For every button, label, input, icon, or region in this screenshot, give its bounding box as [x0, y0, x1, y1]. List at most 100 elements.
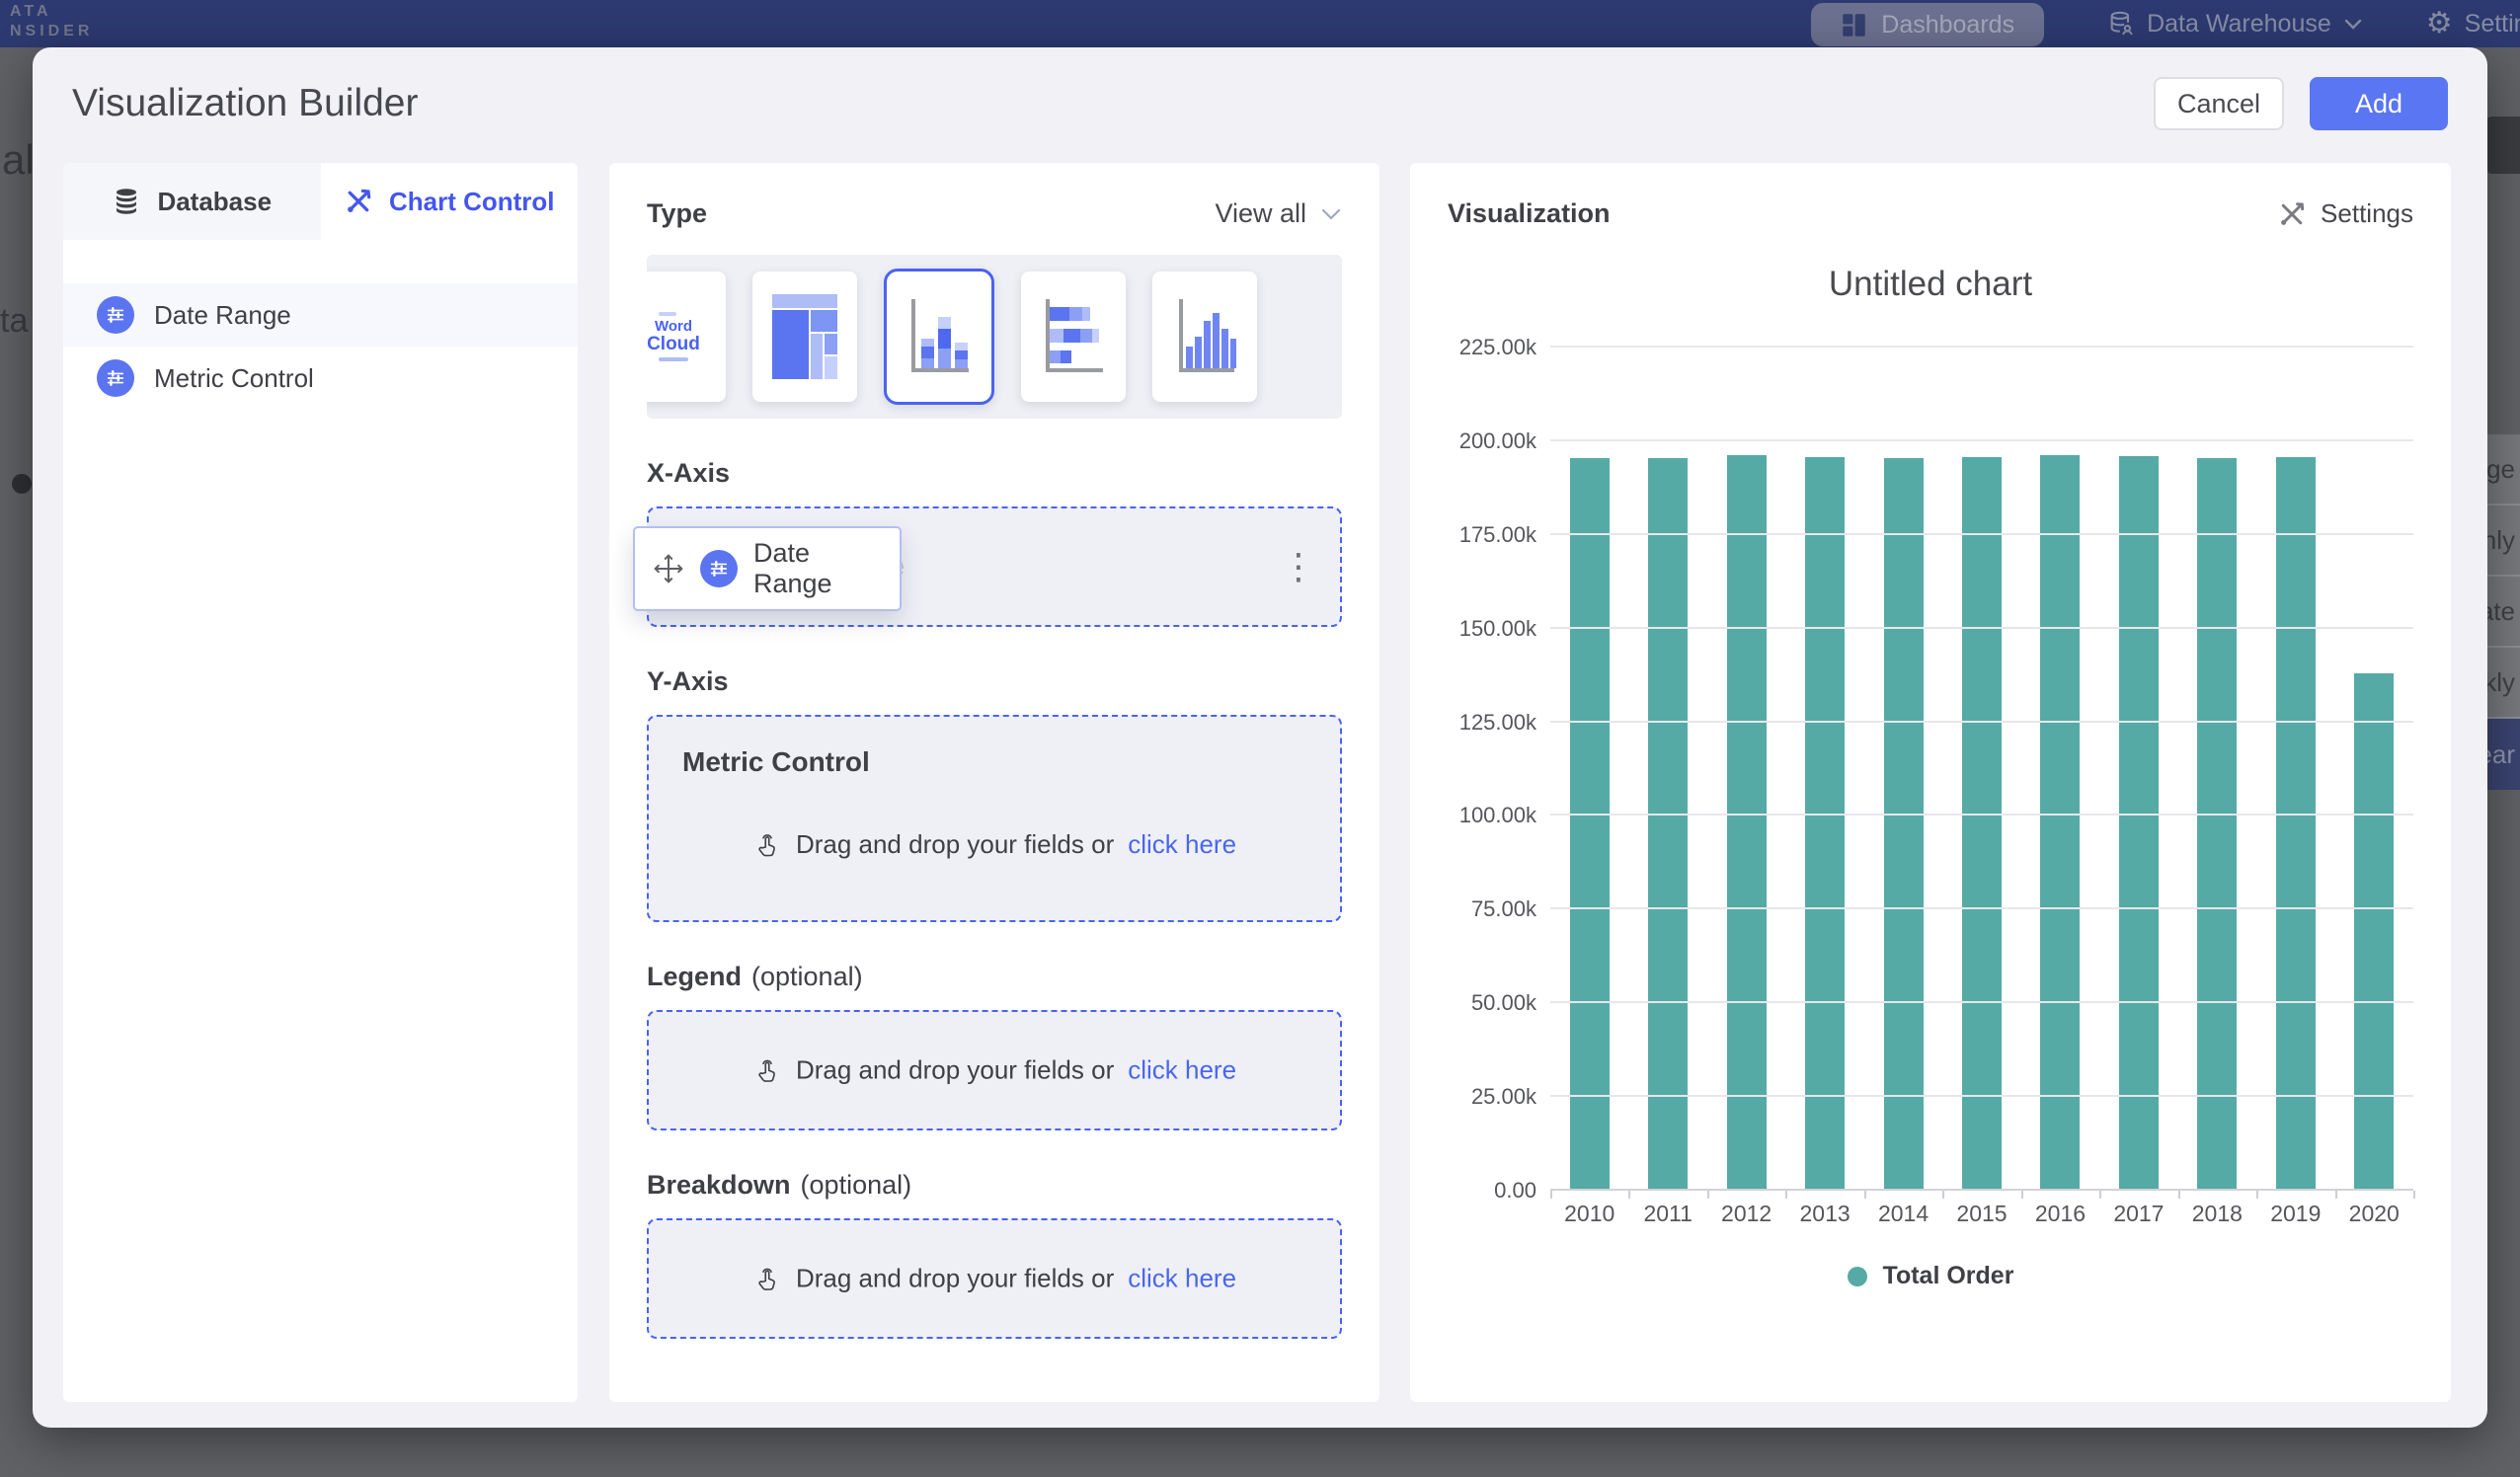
bar	[2276, 457, 2316, 1191]
x-axis-tick	[2178, 1191, 2180, 1199]
breakdown-heading: Breakdown(optional)	[647, 1170, 1342, 1201]
y-axis-tick-label: 175.00k	[1459, 522, 1536, 548]
cancel-button[interactable]: Cancel	[2154, 77, 2284, 130]
chart-settings-label: Settings	[2321, 198, 2413, 229]
x-axis-category-label: 2018	[2178, 1201, 2256, 1227]
bar-cell	[1864, 348, 1942, 1191]
stacked-bar-thumbnail	[1040, 295, 1107, 378]
bar	[1805, 457, 1845, 1191]
x-axis-category-label: 2014	[1864, 1201, 1942, 1227]
breakdown-dropzone[interactable]: Drag and drop your fields or click here	[647, 1218, 1342, 1339]
nav-dashboards-label: Dashboards	[1881, 11, 2014, 39]
chart-type-carousel: Word Cloud	[647, 255, 1342, 419]
visualization-builder-modal: Visualization Builder Cancel Add Databas…	[33, 47, 2487, 1428]
app-logo-line1: ATA	[10, 2, 93, 22]
bar	[1570, 458, 1610, 1191]
bar	[1727, 455, 1767, 1191]
chevron-down-icon	[1320, 207, 1342, 221]
x-axis-category-label: 2011	[1628, 1201, 1706, 1227]
chart-type-treemap[interactable]	[752, 272, 857, 402]
nav-data-warehouse-label: Data Warehouse	[2147, 10, 2331, 39]
nav-data-warehouse[interactable]: Data Warehouse	[2107, 10, 2363, 39]
nav-dashboards[interactable]: Dashboards	[1811, 3, 2044, 46]
field-metric-control[interactable]: Metric Control	[63, 347, 578, 410]
legend-dropzone[interactable]: Drag and drop your fields or click here	[647, 1010, 1342, 1130]
modal-actions: Cancel Add	[2154, 77, 2448, 130]
x-axis-category-label: 2015	[1942, 1201, 2020, 1227]
bar-cell	[2021, 348, 2099, 1191]
column-thumbnail	[1171, 295, 1238, 378]
x-axis-tick	[2021, 1191, 2023, 1199]
y-axis-tick-label: 125.00k	[1459, 710, 1536, 736]
word-cloud-thumbnail: Word Cloud	[647, 309, 700, 364]
gridline	[1550, 721, 2413, 723]
gridline	[1550, 814, 2413, 816]
date-range-drag-chip[interactable]: Date Range	[633, 526, 902, 611]
bar-cell	[2178, 348, 2256, 1191]
chart-legend-item[interactable]: Total Order	[1448, 1262, 2413, 1290]
legend-marker	[1848, 1267, 1867, 1286]
add-button[interactable]: Add	[2310, 77, 2448, 130]
click-here-link[interactable]: click here	[1128, 829, 1236, 860]
modal-header: Visualization Builder Cancel Add	[33, 47, 2487, 130]
sidebar-tabs: Database Chart Control	[63, 163, 578, 240]
gridline	[1550, 1095, 2413, 1097]
gridline	[1550, 627, 2413, 629]
gear-icon	[2426, 9, 2453, 39]
kebab-menu-icon[interactable]	[1281, 546, 1316, 587]
chart-type-word-cloud[interactable]: Word Cloud	[647, 272, 726, 402]
dashboards-icon	[1841, 12, 1867, 39]
chart-type-stacked-bar[interactable]	[1021, 272, 1126, 402]
legend-heading-label: Legend	[647, 962, 742, 991]
control-fields-list: Date Range Metric Control	[63, 283, 578, 410]
chart-x-labels: 2010201120122013201420152016201720182019…	[1550, 1191, 2413, 1236]
y-axis-tick-label: 75.00k	[1471, 896, 1536, 922]
chart-settings-button[interactable]: Settings	[2277, 198, 2413, 229]
x-axis-tick	[1785, 1191, 1787, 1199]
bar	[2354, 673, 2394, 1191]
chart: Untitled chart 0.0025.00k50.00k75.00k100…	[1448, 265, 2413, 1290]
field-date-range[interactable]: Date Range	[63, 283, 578, 347]
chart-type-stacked-column-selected[interactable]	[884, 269, 994, 405]
view-all-dropdown[interactable]: View all	[1215, 198, 1342, 229]
x-axis-tick	[2099, 1191, 2101, 1199]
y-axis-tick-label: 225.00k	[1459, 335, 1536, 360]
chart-type-column[interactable]	[1152, 272, 1257, 402]
tap-hand-icon	[752, 1264, 782, 1293]
dropzone-hint-text: Drag and drop your fields or	[796, 1264, 1114, 1294]
bar	[2119, 456, 2159, 1191]
x-axis-category-label: 2019	[2256, 1201, 2334, 1227]
x-axis-tick	[2256, 1191, 2258, 1199]
x-axis-dropzone[interactable]: Date Range Date Range	[647, 506, 1342, 627]
bar-cell	[1785, 348, 1863, 1191]
tap-hand-icon	[752, 830, 782, 860]
visualization-heading: Visualization	[1448, 198, 1611, 229]
tab-database[interactable]: Database	[63, 163, 321, 240]
gridline	[1550, 907, 2413, 909]
y-axis-dropzone[interactable]: Metric Control Drag and drop your fields…	[647, 715, 1342, 922]
sidebar-panel: Database Chart Control Date Range	[63, 163, 578, 1402]
gridline	[1550, 439, 2413, 441]
app-logo: ATA NSIDER	[10, 2, 93, 41]
bar	[1884, 458, 1924, 1191]
app-logo-line2: NSIDER	[10, 22, 93, 41]
nav-settings[interactable]: Settings	[2426, 9, 2520, 39]
drag-chip-label: Date Range	[753, 538, 882, 599]
x-axis-heading: X-Axis	[647, 458, 1342, 489]
click-here-link[interactable]: click here	[1128, 1264, 1236, 1294]
bar	[1962, 457, 2002, 1191]
breakdown-optional-label: (optional)	[801, 1170, 912, 1200]
background-text-fragment: ta	[0, 302, 28, 341]
sliders-icon	[97, 296, 134, 334]
tab-chart-control[interactable]: Chart Control	[321, 163, 579, 240]
y-axis-tick-label: 150.00k	[1459, 616, 1536, 642]
view-all-label: View all	[1215, 198, 1306, 229]
x-axis-category-label: 2012	[1707, 1201, 1785, 1227]
type-heading: Type	[647, 198, 707, 229]
y-axis-tick-label: 0.00	[1494, 1178, 1536, 1204]
click-here-link[interactable]: click here	[1128, 1055, 1236, 1086]
legend-label: Total Order	[1883, 1262, 2014, 1290]
x-axis-category-label: 2010	[1550, 1201, 1628, 1227]
move-icon	[653, 553, 684, 584]
x-axis-tick	[1864, 1191, 1866, 1199]
